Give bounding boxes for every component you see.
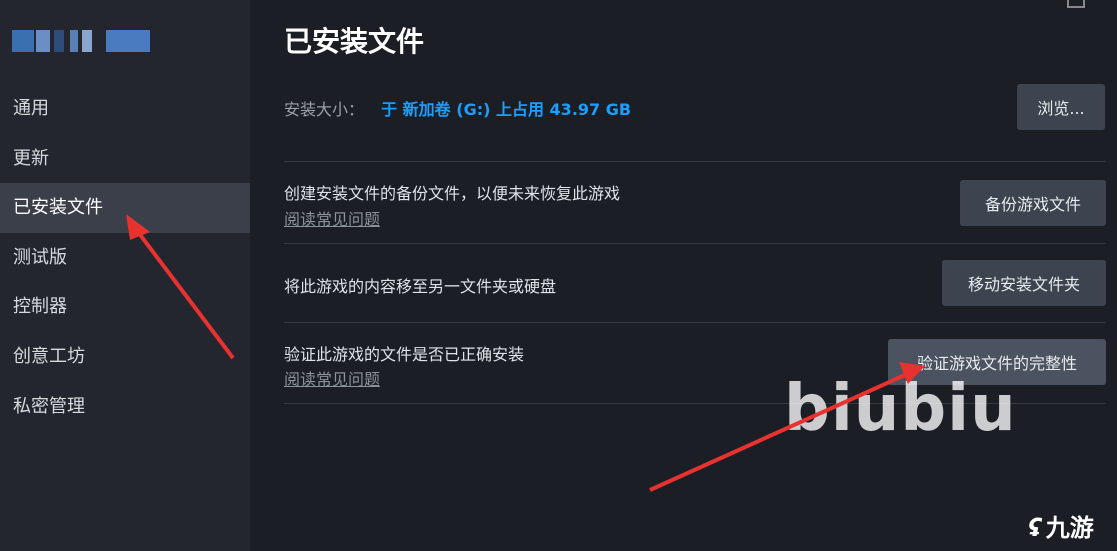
watermark-text: biubiu [784, 372, 1017, 446]
window-restore-icon[interactable] [1067, 0, 1085, 8]
backup-game-files-button[interactable]: 备份游戏文件 [960, 180, 1106, 226]
move-description: 将此游戏的内容移至另一文件夹或硬盘 [284, 277, 557, 296]
divider [284, 161, 1106, 162]
game-title-blurred [12, 30, 152, 52]
sidebar-item-betas[interactable]: 测试版 [0, 233, 250, 283]
sidebar-item-updates[interactable]: 更新 [0, 134, 250, 184]
sidebar-item-privacy[interactable]: 私密管理 [0, 382, 250, 432]
backup-faq-link[interactable]: 阅读常见问题 [284, 206, 380, 230]
divider [284, 243, 1106, 244]
sidebar-item-workshop[interactable]: 创意工坊 [0, 332, 250, 382]
divider [284, 322, 1106, 323]
main-panel: 已安装文件 安装大小： 于 新加卷 (G:) 上占用 43.97 GB 浏览..… [251, 0, 1117, 551]
install-size-label: 安装大小： [284, 100, 365, 119]
verify-faq-link[interactable]: 阅读常见问题 [284, 366, 380, 390]
install-size-value: 于 新加卷 (G:) 上占用 43.97 GB [381, 100, 632, 119]
move-install-folder-button[interactable]: 移动安装文件夹 [942, 260, 1106, 306]
install-size-row: 安装大小： 于 新加卷 (G:) 上占用 43.97 GB [284, 96, 631, 120]
sidebar-item-installed-files[interactable]: 已安装文件 [0, 183, 250, 233]
logo-mark-icon: ʢ [1028, 514, 1042, 542]
backup-description: 创建安装文件的备份文件，以便未来恢复此游戏 [284, 184, 621, 203]
page-title: 已安装文件 [284, 25, 425, 58]
browse-button[interactable]: 浏览... [1017, 84, 1105, 130]
verify-description: 验证此游戏的文件是否已正确安装 [284, 345, 525, 364]
sidebar-menu: 通用 更新 已安装文件 测试版 控制器 创意工坊 私密管理 [0, 84, 250, 431]
sidebar: 通用 更新 已安装文件 测试版 控制器 创意工坊 私密管理 [0, 0, 250, 551]
sidebar-item-controller[interactable]: 控制器 [0, 282, 250, 332]
logo-text: 九游 [1045, 514, 1094, 542]
site-logo: ʢ 九游 [1028, 508, 1094, 543]
sidebar-item-general[interactable]: 通用 [0, 84, 250, 134]
